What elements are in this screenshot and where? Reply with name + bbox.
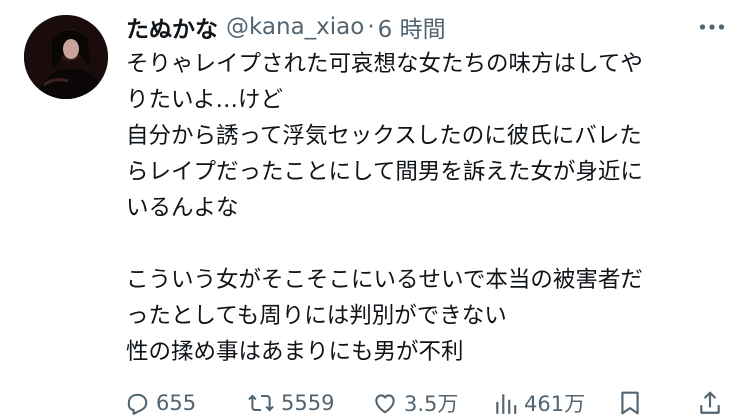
reply-count: 655	[156, 391, 197, 415]
retweet-button[interactable]: 5559	[247, 388, 334, 418]
retweet-icon	[248, 394, 274, 412]
tweet-line: いるんよな	[126, 195, 239, 221]
tweet-line: そりゃレイプされた可哀想な女たちの味方はしてや	[126, 51, 643, 77]
tweet-line: こういう女がそこそこにいるせいで本当の被害者だ	[126, 267, 643, 293]
user-handle[interactable]: @kana_xiao	[226, 14, 364, 40]
avatar-image	[24, 15, 108, 99]
separator-dot: ·	[367, 14, 375, 40]
tweet-text: そりゃレイプされた可哀想な女たちの味方はしてや りたいよ…けど 自分から誘って浮…	[126, 46, 736, 370]
more-icon	[699, 24, 725, 30]
retweet-count: 5559	[281, 391, 335, 415]
tweet-header: たぬかな @kana_xiao · 6 時間	[126, 10, 730, 44]
avatar[interactable]	[24, 15, 108, 99]
bookmark-icon	[621, 391, 639, 415]
share-button[interactable]	[698, 388, 722, 418]
view-count: 461万	[524, 392, 586, 416]
reply-button[interactable]: 655	[124, 388, 196, 418]
display-name[interactable]: たぬかな	[126, 10, 218, 44]
like-count: 3.5万	[404, 392, 459, 416]
action-bar: 655 5559 3.5万 461万	[124, 388, 724, 418]
views-button[interactable]: 461万	[494, 388, 585, 418]
tweet-line: 性の揉め事はあまりにも男が不利	[126, 339, 464, 365]
tweet-line: 自分から誘って浮気セックスしたのに彼氏にバレた	[126, 123, 642, 149]
like-button[interactable]: 3.5万	[372, 388, 458, 418]
more-options-button[interactable]	[698, 13, 726, 41]
analytics-icon	[496, 394, 517, 414]
share-icon	[700, 391, 720, 414]
bookmark-button[interactable]	[618, 388, 642, 418]
heart-icon	[375, 394, 395, 414]
tweet-line: らレイプだったことにして間男を訴えた女が身近に	[126, 159, 643, 185]
timestamp[interactable]: 6 時間	[378, 10, 446, 44]
tweet-line: りたいよ…けど	[126, 87, 284, 113]
tweet-line: ったとしても周りには判別ができない	[126, 303, 507, 329]
reply-icon	[127, 393, 148, 415]
